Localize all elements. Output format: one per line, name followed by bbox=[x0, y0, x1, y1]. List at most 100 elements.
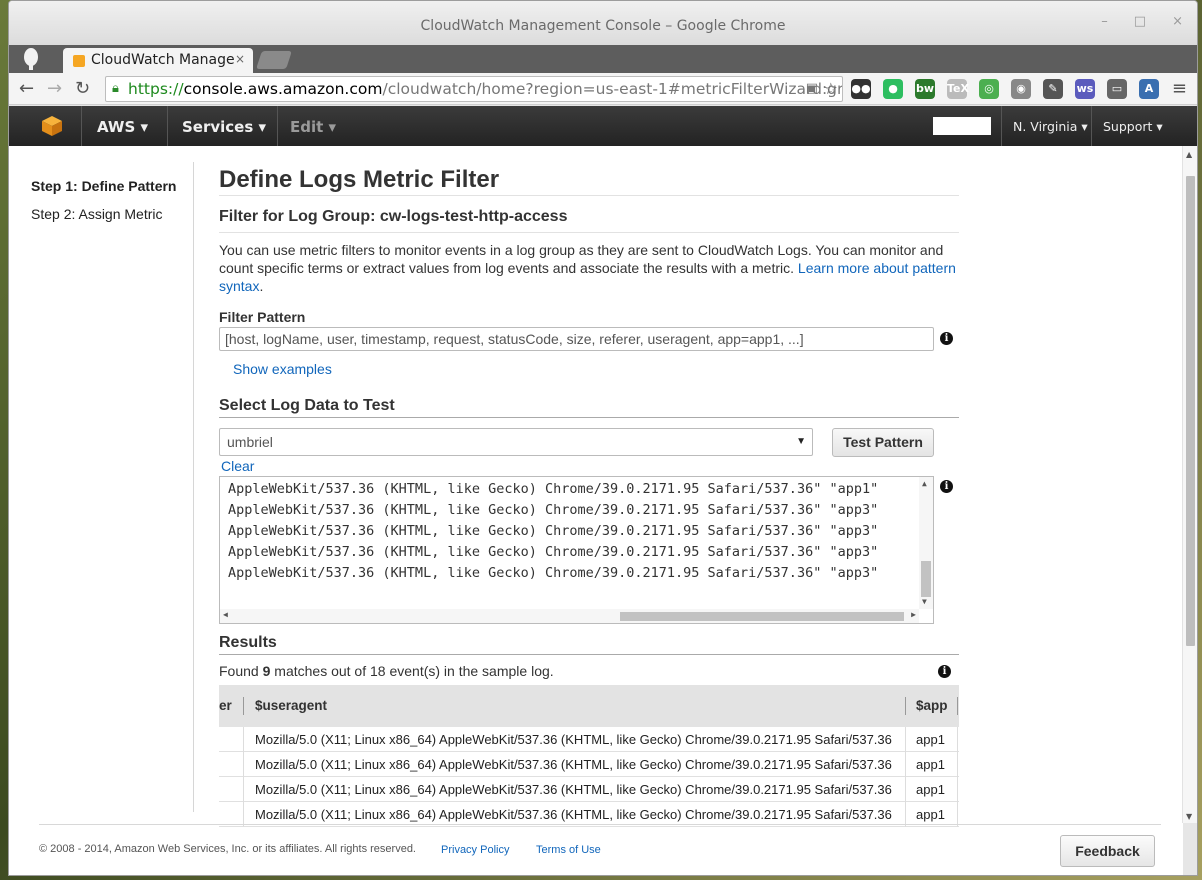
filter-pattern-label: Filter Pattern bbox=[219, 309, 306, 325]
hscroll-thumb[interactable] bbox=[620, 612, 904, 621]
account-name-redacted[interactable] bbox=[933, 117, 991, 135]
tab-cloudwatch[interactable]: CloudWatch Manage × bbox=[63, 48, 253, 74]
reload-button[interactable]: ↻ bbox=[75, 78, 90, 99]
window-title: CloudWatch Management Console – Google C… bbox=[420, 18, 786, 34]
flashlight-icon[interactable]: ✎ bbox=[1043, 79, 1063, 99]
green-circle-icon[interactable]: ◎ bbox=[979, 79, 999, 99]
page-vertical-scrollbar[interactable]: ▲ ▼ bbox=[1182, 146, 1197, 823]
filter-pattern-input[interactable]: [host, logName, user, timestamp, request… bbox=[219, 327, 934, 351]
support-label: Support bbox=[1103, 119, 1153, 134]
useragent-cell: Mozilla/5.0 (X11; Linux x86_64) AppleWeb… bbox=[255, 757, 892, 772]
close-window-button[interactable]: × bbox=[1172, 15, 1183, 28]
binoculars-icon[interactable]: ●● bbox=[851, 79, 871, 99]
test-data-section: umbriel ▼ Test Pattern Clear AppleWebKit… bbox=[219, 428, 959, 634]
scroll-up-icon[interactable]: ▲ bbox=[922, 479, 927, 488]
found-suffix: matches out of 18 event(s) in the sample… bbox=[270, 663, 554, 679]
forward-button[interactable]: → bbox=[47, 78, 62, 99]
test-pattern-button[interactable]: Test Pattern bbox=[832, 428, 934, 457]
evernote-icon[interactable]: ● bbox=[883, 79, 903, 99]
tab-close-icon[interactable]: × bbox=[235, 52, 245, 66]
log-stream-select[interactable]: umbriel ▼ bbox=[219, 428, 813, 456]
log-line: AppleWebKit/537.36 (KHTML, like Gecko) C… bbox=[228, 544, 879, 560]
browser-window: CloudWatch Management Console – Google C… bbox=[8, 0, 1198, 876]
url-host: console.aws.amazon.com bbox=[183, 80, 383, 98]
log-lines: AppleWebKit/537.36 (KHTML, like Gecko) C… bbox=[220, 477, 933, 584]
useragent-cell: Mozilla/5.0 (X11; Linux x86_64) AppleWeb… bbox=[255, 732, 892, 747]
aws-menu-label: AWS bbox=[97, 118, 136, 136]
cast-icon[interactable]: ▭ bbox=[1107, 79, 1127, 99]
support-menu[interactable]: Support ▾ bbox=[1103, 119, 1163, 134]
dropdown-arrow-icon: ▼ bbox=[796, 436, 806, 447]
table-row: Mozilla/5.0 (X11; Linux x86_64) AppleWeb… bbox=[219, 727, 959, 752]
tex-icon[interactable]: TeX bbox=[947, 79, 969, 99]
col-useragent-header[interactable]: $useragent bbox=[255, 698, 327, 713]
show-examples-link[interactable]: Show examples bbox=[233, 361, 959, 377]
maximize-button[interactable]: □ bbox=[1134, 15, 1146, 28]
feedback-button[interactable]: Feedback bbox=[1060, 835, 1155, 867]
scroll-right-icon[interactable]: ▶ bbox=[911, 610, 916, 619]
new-tab-button[interactable] bbox=[256, 51, 292, 69]
bw-icon[interactable]: bw bbox=[915, 79, 935, 99]
region-label: N. Virginia bbox=[1013, 119, 1078, 134]
extension-icons: ●● ● bw TeX ◎ ◉ ✎ ws ▭ A bbox=[851, 79, 1159, 99]
chevron-down-icon: ▾ bbox=[140, 118, 149, 136]
col-app-header[interactable]: $app bbox=[916, 698, 948, 713]
step-assign-metric[interactable]: Step 2: Assign Metric bbox=[31, 206, 176, 222]
col-referer-header[interactable]: er bbox=[219, 698, 232, 713]
app-cell: app1 bbox=[916, 782, 945, 797]
url-path: /cloudwatch/home?region=us-east-1#metric… bbox=[382, 80, 843, 98]
copyright-text: © 2008 - 2014, Amazon Web Services, Inc.… bbox=[39, 843, 416, 855]
useragent-cell: Mozilla/5.0 (X11; Linux x86_64) AppleWeb… bbox=[255, 782, 892, 797]
services-menu[interactable]: Services ▾ bbox=[182, 118, 266, 136]
log-data-textarea[interactable]: AppleWebKit/537.36 (KHTML, like Gecko) C… bbox=[219, 476, 934, 624]
filter-info-icon[interactable]: i bbox=[940, 332, 953, 345]
scroll-thumb[interactable] bbox=[921, 561, 931, 597]
url-protocol: https:// bbox=[128, 80, 184, 98]
terms-of-use-link[interactable]: Terms of Use bbox=[536, 844, 601, 856]
table-row: Mozilla/5.0 (X11; Linux x86_64) AppleWeb… bbox=[219, 777, 959, 802]
tab-label: CloudWatch Manage bbox=[91, 52, 235, 68]
log-group-heading: Filter for Log Group: cw-logs-test-http-… bbox=[219, 208, 959, 233]
lock-icon: 🔒︎ bbox=[112, 81, 119, 96]
results-info-icon[interactable]: i bbox=[938, 665, 951, 678]
aws-navbar: AWS ▾ Services ▾ Edit ▾ N. Virginia ▾ Su… bbox=[9, 106, 1197, 146]
privacy-policy-link[interactable]: Privacy Policy bbox=[441, 844, 509, 856]
app-cell: app1 bbox=[916, 757, 945, 772]
chevron-down-icon: ▾ bbox=[328, 118, 337, 136]
page-scroll-down-icon[interactable]: ▼ bbox=[1186, 812, 1192, 821]
log-vertical-scrollbar[interactable]: ▲ ▼ bbox=[919, 477, 933, 609]
app-cell: app1 bbox=[916, 807, 945, 822]
log-line: AppleWebKit/537.36 (KHTML, like Gecko) C… bbox=[228, 481, 879, 497]
aws-cube-logo-icon[interactable] bbox=[41, 115, 63, 137]
ws-icon[interactable]: ws bbox=[1075, 79, 1095, 99]
clear-link[interactable]: Clear bbox=[221, 458, 254, 474]
results-summary: Found 9 matches out of 18 event(s) in th… bbox=[219, 663, 959, 679]
page-action-icon[interactable]: ▣ bbox=[806, 77, 818, 101]
aws-favicon-icon bbox=[73, 55, 85, 67]
address-bar[interactable]: 🔒︎ https://console.aws.amazon.com/cloudw… bbox=[105, 76, 843, 102]
description-period: . bbox=[259, 278, 264, 294]
region-menu[interactable]: N. Virginia ▾ bbox=[1013, 119, 1088, 134]
minimize-button[interactable]: – bbox=[1101, 15, 1108, 28]
log-data-info-icon[interactable]: i bbox=[940, 480, 953, 493]
chrome-menu-icon[interactable]: ≡ bbox=[1172, 78, 1187, 99]
globe-icon[interactable]: ◉ bbox=[1011, 79, 1031, 99]
log-line: AppleWebKit/537.36 (KHTML, like Gecko) C… bbox=[228, 502, 879, 518]
page-footer: © 2008 - 2014, Amazon Web Services, Inc.… bbox=[39, 824, 1161, 874]
scroll-down-icon[interactable]: ▼ bbox=[922, 597, 927, 606]
back-button[interactable]: ← bbox=[19, 78, 34, 99]
results-table: er $useragent $app Mozilla/5.0 (X11; Lin… bbox=[219, 685, 959, 827]
page-scroll-thumb[interactable] bbox=[1186, 176, 1195, 646]
aws-menu[interactable]: AWS ▾ bbox=[97, 118, 148, 136]
page-scroll-up-icon[interactable]: ▲ bbox=[1186, 150, 1192, 159]
user-profile-icon[interactable] bbox=[21, 47, 41, 71]
log-stream-select-value: umbriel bbox=[227, 434, 273, 450]
log-horizontal-scrollbar[interactable]: ◀ ▶ bbox=[220, 609, 919, 623]
edit-menu[interactable]: Edit ▾ bbox=[290, 118, 336, 136]
scroll-left-icon[interactable]: ◀ bbox=[223, 610, 228, 619]
found-prefix: Found bbox=[219, 663, 263, 679]
chevron-down-icon: ▾ bbox=[1081, 119, 1088, 134]
bookmark-star-icon[interactable]: ☆ bbox=[824, 77, 838, 101]
step-define-pattern[interactable]: Step 1: Define Pattern bbox=[31, 178, 176, 194]
font-icon[interactable]: A bbox=[1139, 79, 1159, 99]
